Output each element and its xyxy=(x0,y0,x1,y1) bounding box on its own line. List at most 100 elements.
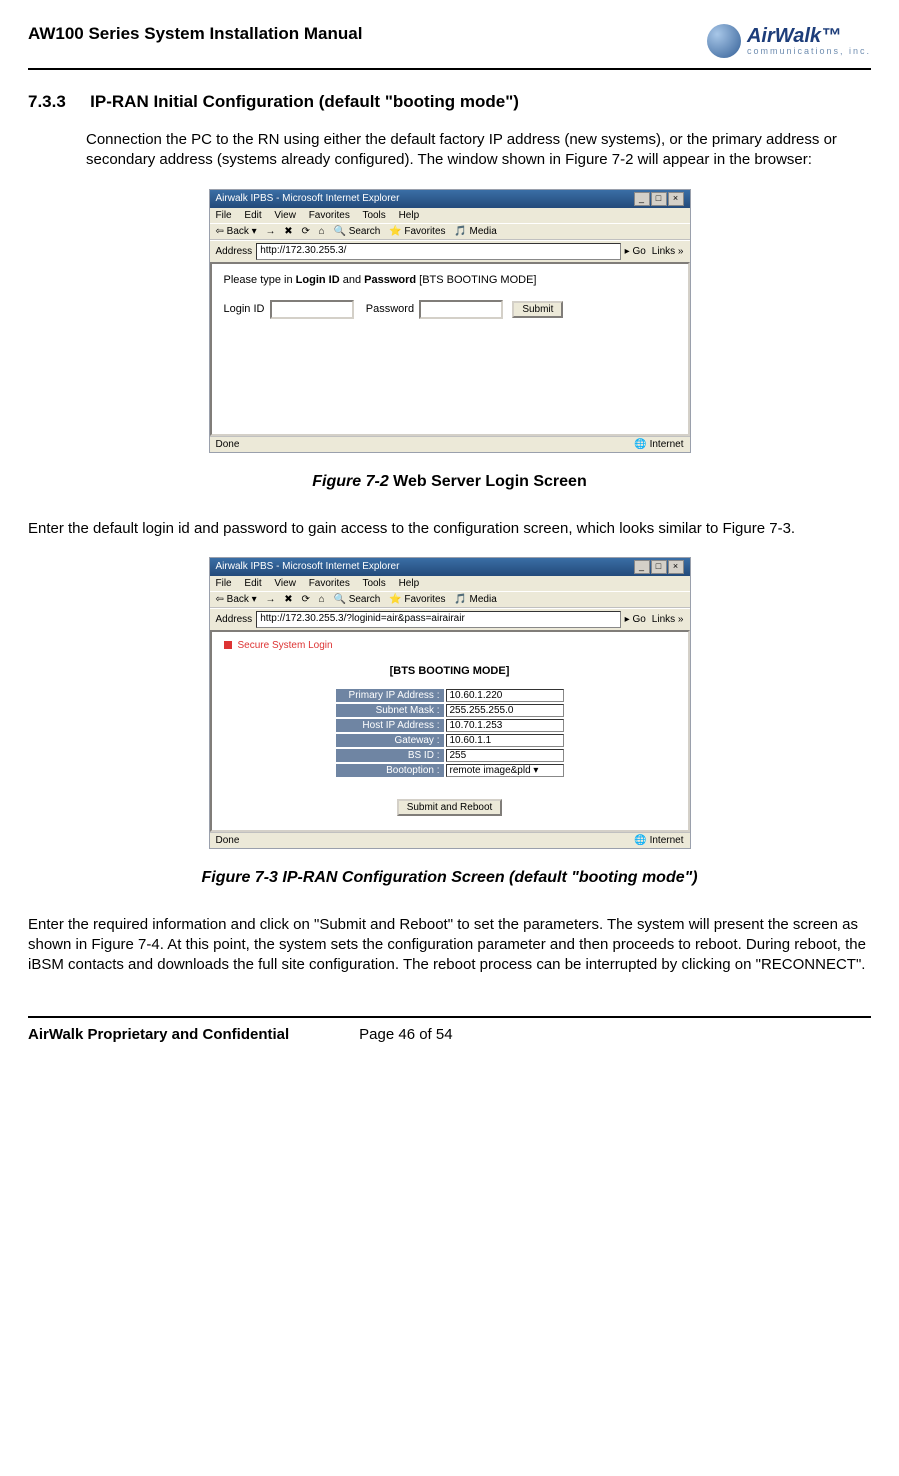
home-button[interactable]: ⌂ xyxy=(319,594,325,605)
menu-file[interactable]: File xyxy=(216,578,232,589)
paragraph-3: Enter the required information and click… xyxy=(28,915,871,976)
subnet-mask-label: Subnet Mask : xyxy=(336,704,444,717)
footer-proprietary: AirWalk Proprietary and Confidential xyxy=(28,1026,289,1043)
menu-favorites[interactable]: Favorites xyxy=(309,210,350,221)
paragraph-2: Enter the default login id and password … xyxy=(28,519,871,539)
brand-logo: AirWalk™ communications, inc. xyxy=(707,24,871,58)
section-title: IP-RAN Initial Configuration (default "b… xyxy=(90,92,519,112)
menu-tools[interactable]: Tools xyxy=(362,578,385,589)
host-ip-label: Host IP Address : xyxy=(336,719,444,732)
figure-7-3-caption: Figure 7-3 IP-RAN Configuration Screen (… xyxy=(28,869,871,887)
menu-help[interactable]: Help xyxy=(399,578,420,589)
toolbar: ⇦ Back ▾ → ✖ ⟳ ⌂ 🔍 Search ⭐ Favorites 🎵 … xyxy=(210,223,690,240)
refresh-button[interactable]: ⟳ xyxy=(301,226,309,237)
window-titlebar: Airwalk IPBS - Microsoft Internet Explor… xyxy=(210,190,690,208)
media-button[interactable]: 🎵 Media xyxy=(454,594,496,605)
menu-view[interactable]: View xyxy=(274,578,296,589)
window-buttons: _□× xyxy=(633,560,684,574)
window-title: Airwalk IPBS - Microsoft Internet Explor… xyxy=(216,193,400,204)
figure-7-2: Airwalk IPBS - Microsoft Internet Explor… xyxy=(209,189,691,453)
status-bar: Done 🌐 Internet xyxy=(210,436,690,452)
search-button[interactable]: 🔍 Search xyxy=(333,226,380,237)
status-done: Done xyxy=(216,835,240,846)
menu-file[interactable]: File xyxy=(216,210,232,221)
favorites-button[interactable]: ⭐ Favorites xyxy=(389,594,445,605)
maximize-icon[interactable]: □ xyxy=(651,560,667,574)
go-button[interactable]: ▸ Go xyxy=(625,246,646,257)
secure-login-text: Secure System Login xyxy=(238,640,333,651)
doc-title: AW100 Series System Installation Manual xyxy=(28,24,362,44)
bootoption-select[interactable]: remote image&pld ▾ xyxy=(446,764,564,777)
bsid-input[interactable]: 255 xyxy=(446,749,564,762)
logo-brand: AirWalk xyxy=(747,25,821,47)
status-done: Done xyxy=(216,439,240,450)
window-buttons: _□× xyxy=(633,192,684,206)
go-button[interactable]: ▸ Go xyxy=(625,614,646,625)
menu-favorites[interactable]: Favorites xyxy=(309,578,350,589)
menubar: File Edit View Favorites Tools Help xyxy=(210,576,690,591)
window-titlebar: Airwalk IPBS - Microsoft Internet Explor… xyxy=(210,558,690,576)
forward-button[interactable]: → xyxy=(266,226,276,237)
menu-edit[interactable]: Edit xyxy=(244,578,261,589)
stop-button[interactable]: ✖ xyxy=(284,226,292,237)
close-icon[interactable]: × xyxy=(668,560,684,574)
page-footer: AirWalk Proprietary and Confidential Pag… xyxy=(28,1026,871,1043)
login-id-input[interactable] xyxy=(270,300,354,319)
links-button[interactable]: Links » xyxy=(652,614,684,625)
login-id-label: Login ID xyxy=(224,303,265,315)
figure-7-3: Airwalk IPBS - Microsoft Internet Explor… xyxy=(209,557,691,849)
search-button[interactable]: 🔍 Search xyxy=(333,594,380,605)
menu-help[interactable]: Help xyxy=(399,210,420,221)
bootoption-label: Bootoption : xyxy=(336,764,444,777)
window-title: Airwalk IPBS - Microsoft Internet Explor… xyxy=(216,561,400,572)
footer-page: Page 46 of 54 xyxy=(359,1026,452,1043)
subnet-mask-input[interactable]: 255.255.255.0 xyxy=(446,704,564,717)
media-button[interactable]: 🎵 Media xyxy=(454,226,496,237)
back-button[interactable]: ⇦ Back ▾ xyxy=(216,594,257,605)
stop-button[interactable]: ✖ xyxy=(284,594,292,605)
menu-view[interactable]: View xyxy=(274,210,296,221)
menubar: File Edit View Favorites Tools Help xyxy=(210,208,690,223)
logo-sub: communications, inc. xyxy=(747,46,871,56)
page-content: Secure System Login [BTS BOOTING MODE] P… xyxy=(210,630,690,832)
address-bar: Address http://172.30.255.3/?loginid=air… xyxy=(210,608,690,630)
back-button[interactable]: ⇦ Back ▾ xyxy=(216,226,257,237)
menu-tools[interactable]: Tools xyxy=(362,210,385,221)
minimize-icon[interactable]: _ xyxy=(634,192,650,206)
address-label: Address xyxy=(216,614,253,625)
favorites-button[interactable]: ⭐ Favorites xyxy=(389,226,445,237)
links-button[interactable]: Links » xyxy=(652,246,684,257)
header-rule xyxy=(28,68,871,70)
toolbar: ⇦ Back ▾ → ✖ ⟳ ⌂ 🔍 Search ⭐ Favorites 🎵 … xyxy=(210,591,690,608)
address-input[interactable]: http://172.30.255.3/ xyxy=(256,243,620,260)
gateway-input[interactable]: 10.60.1.1 xyxy=(446,734,564,747)
address-bar: Address http://172.30.255.3/ ▸ Go Links … xyxy=(210,240,690,262)
refresh-button[interactable]: ⟳ xyxy=(301,594,309,605)
forward-button[interactable]: → xyxy=(266,594,276,605)
paragraph-1: Connection the PC to the RN using either… xyxy=(86,130,871,171)
submit-reboot-button[interactable]: Submit and Reboot xyxy=(397,799,503,816)
close-icon[interactable]: × xyxy=(668,192,684,206)
status-internet: 🌐 Internet xyxy=(634,439,683,450)
status-bar: Done 🌐 Internet xyxy=(210,832,690,848)
status-internet: 🌐 Internet xyxy=(634,835,683,846)
section-number: 7.3.3 xyxy=(28,92,86,112)
primary-ip-input[interactable]: 10.60.1.220 xyxy=(446,689,564,702)
globe-icon xyxy=(707,24,741,58)
primary-ip-label: Primary IP Address : xyxy=(336,689,444,702)
address-input[interactable]: http://172.30.255.3/?loginid=air&pass=ai… xyxy=(256,611,620,628)
login-instruction: Please type in Login ID and Password [BT… xyxy=(224,274,676,286)
lock-icon xyxy=(224,641,232,649)
minimize-icon[interactable]: _ xyxy=(634,560,650,574)
home-button[interactable]: ⌂ xyxy=(319,226,325,237)
submit-button[interactable]: Submit xyxy=(512,301,563,318)
address-label: Address xyxy=(216,246,253,257)
mode-badge: [BTS BOOTING MODE] xyxy=(212,665,688,677)
menu-edit[interactable]: Edit xyxy=(244,210,261,221)
maximize-icon[interactable]: □ xyxy=(651,192,667,206)
gateway-label: Gateway : xyxy=(336,734,444,747)
bsid-label: BS ID : xyxy=(336,749,444,762)
password-input[interactable] xyxy=(419,300,503,319)
host-ip-input[interactable]: 10.70.1.253 xyxy=(446,719,564,732)
footer-rule xyxy=(28,1016,871,1018)
